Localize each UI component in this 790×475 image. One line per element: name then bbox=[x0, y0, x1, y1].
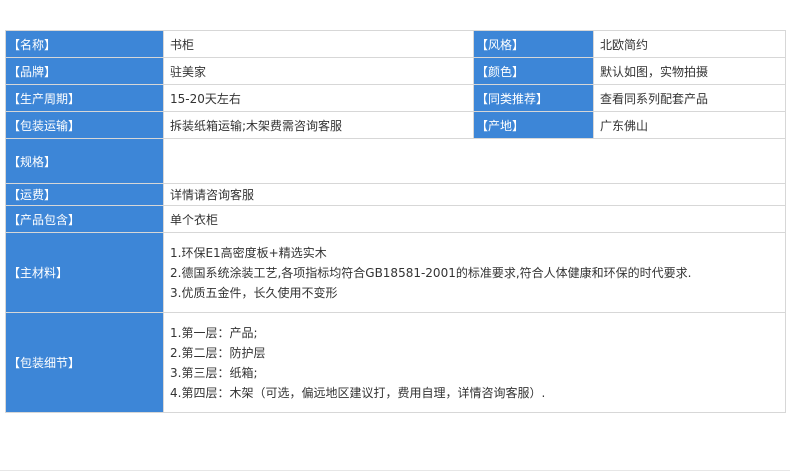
row-label-name: 【名称】 bbox=[6, 31, 164, 58]
row-value-spec bbox=[164, 139, 786, 184]
product-spec-page: 【名称】 书柜 【风格】 北欧简约 【品牌】 驻美家 【颜色】 默认如图，实物拍… bbox=[0, 0, 790, 475]
table-row: 【品牌】 驻美家 【颜色】 默认如图，实物拍摄 bbox=[6, 58, 786, 85]
row-value-name: 书柜 bbox=[164, 31, 474, 58]
row-label-packaging: 【包装运输】 bbox=[6, 112, 164, 139]
row-value-brand: 驻美家 bbox=[164, 58, 474, 85]
packing-line: 2.第二层：防护层 bbox=[170, 345, 266, 360]
row-label-style: 【风格】 bbox=[474, 31, 594, 58]
row-label-brand: 【品牌】 bbox=[6, 58, 164, 85]
table-row: 【包装运输】 拆装纸箱运输;木架费需咨询客服 【产地】 广东佛山 bbox=[6, 112, 786, 139]
row-value-style: 北欧简约 bbox=[594, 31, 786, 58]
packing-line: 4.第四层：木架（可选，偏远地区建议打，费用自理，详情咨询客服）. bbox=[170, 385, 546, 400]
row-value-color: 默认如图，实物拍摄 bbox=[594, 58, 786, 85]
table-row: 【运费】 详情请咨询客服 bbox=[6, 184, 786, 206]
table-row: 【产品包含】 单个衣柜 bbox=[6, 206, 786, 233]
table-row: 【包装细节】 1.第一层：产品; 2.第二层：防护层 3.第三层：纸箱; 4.第… bbox=[6, 313, 786, 413]
row-value-production-cycle: 15-20天左右 bbox=[164, 85, 474, 112]
row-label-shipping: 【运费】 bbox=[6, 184, 164, 206]
packing-line: 1.第一层：产品; bbox=[170, 325, 258, 340]
row-label-packing-details: 【包装细节】 bbox=[6, 313, 164, 413]
packing-line: 3.第三层：纸箱; bbox=[170, 365, 258, 380]
row-value-packaging: 拆装纸箱运输;木架费需咨询客服 bbox=[164, 112, 474, 139]
row-value-packing-details: 1.第一层：产品; 2.第二层：防护层 3.第三层：纸箱; 4.第四层：木架（可… bbox=[164, 313, 786, 413]
row-label-spec: 【规格】 bbox=[6, 139, 164, 184]
row-value-includes: 单个衣柜 bbox=[164, 206, 786, 233]
row-label-origin: 【产地】 bbox=[474, 112, 594, 139]
row-label-production-cycle: 【生产周期】 bbox=[6, 85, 164, 112]
row-label-color: 【颜色】 bbox=[474, 58, 594, 85]
table-row: 【生产周期】 15-20天左右 【同类推荐】 查看同系列配套产品 bbox=[6, 85, 786, 112]
table-row: 【主材料】 1.环保E1高密度板+精选实木 2.德国系统涂装工艺,各项指标均符合… bbox=[6, 233, 786, 313]
bottom-divider bbox=[0, 470, 790, 471]
row-value-shipping: 详情请咨询客服 bbox=[164, 184, 786, 206]
row-label-includes: 【产品包含】 bbox=[6, 206, 164, 233]
row-label-similar: 【同类推荐】 bbox=[474, 85, 594, 112]
row-label-material: 【主材料】 bbox=[6, 233, 164, 313]
material-line: 1.环保E1高密度板+精选实木 bbox=[170, 245, 327, 260]
material-line: 3.优质五金件，长久使用不变形 bbox=[170, 285, 338, 300]
row-value-similar: 查看同系列配套产品 bbox=[594, 85, 786, 112]
row-value-material: 1.环保E1高密度板+精选实木 2.德国系统涂装工艺,各项指标均符合GB1858… bbox=[164, 233, 786, 313]
material-line: 2.德国系统涂装工艺,各项指标均符合GB18581-2001的标准要求,符合人体… bbox=[170, 265, 692, 280]
table-row: 【规格】 bbox=[6, 139, 786, 184]
product-spec-table: 【名称】 书柜 【风格】 北欧简约 【品牌】 驻美家 【颜色】 默认如图，实物拍… bbox=[5, 30, 786, 413]
table-row: 【名称】 书柜 【风格】 北欧简约 bbox=[6, 31, 786, 58]
row-value-origin: 广东佛山 bbox=[594, 112, 786, 139]
